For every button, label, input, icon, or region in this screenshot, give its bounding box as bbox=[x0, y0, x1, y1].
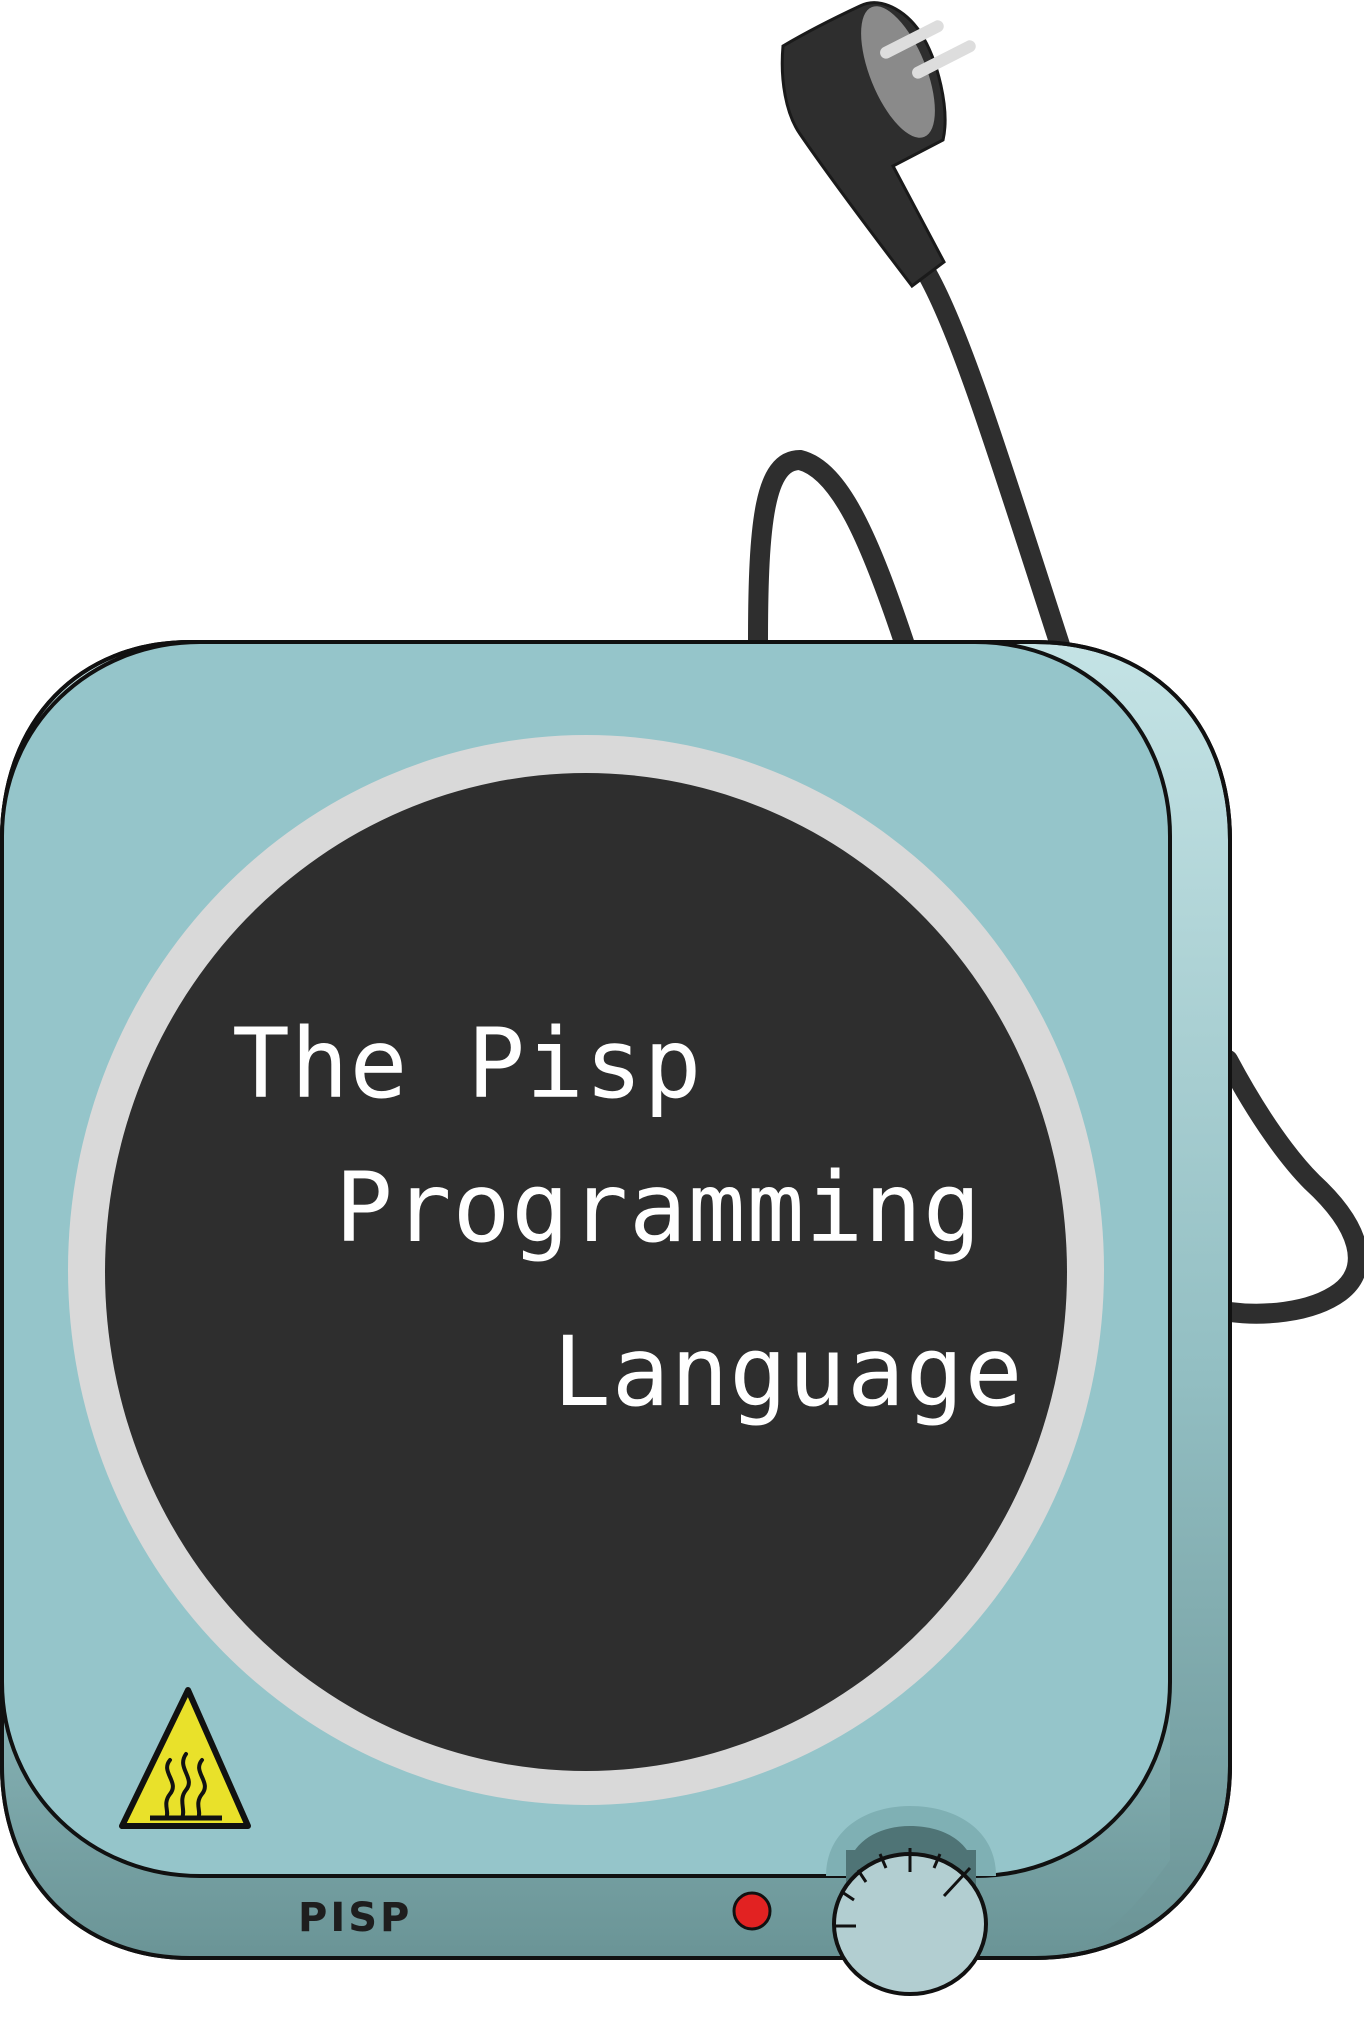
title-line-1: The Pisp bbox=[232, 1008, 702, 1120]
power-indicator-light bbox=[732, 1891, 772, 1931]
power-plug-icon bbox=[780, 1, 976, 289]
pisp-hot-plate-logo: The Pisp Programming Language PISP bbox=[0, 0, 1364, 2015]
title-line-2: Programming bbox=[335, 1152, 982, 1264]
temperature-knob[interactable] bbox=[826, 1806, 996, 1996]
hot-plate-illustration: The Pisp Programming Language PISP bbox=[0, 1, 1364, 1996]
brand-label: PISP bbox=[298, 1895, 412, 1941]
burner bbox=[68, 735, 1104, 1805]
title-line-3: Language bbox=[553, 1316, 1023, 1428]
